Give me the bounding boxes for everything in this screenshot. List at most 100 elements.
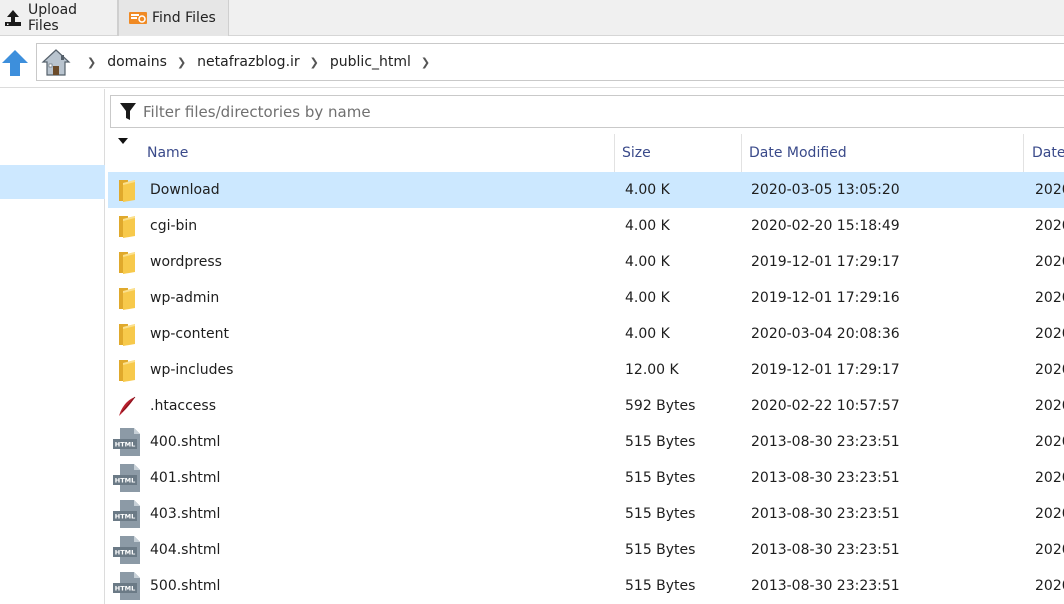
file-date-modified: 2020-03-05 13:05:20: [751, 182, 900, 198]
file-row[interactable]: Download 4.00 K 2020-03-05 13:05:20 2020: [108, 172, 1064, 208]
folder-icon: [117, 214, 137, 239]
file-icon-cell: HTML: [112, 568, 142, 604]
file-row[interactable]: HTML 404.shtml 515 Bytes 2013-08-30 23:2…: [108, 532, 1064, 568]
file-date-extra: 2020: [1035, 182, 1064, 198]
file-name: 404.shtml: [150, 542, 221, 558]
file-size: 4.00 K: [625, 182, 670, 198]
html-file-icon: HTML: [112, 571, 142, 601]
file-icon-cell: [112, 388, 142, 424]
file-row[interactable]: .htaccess 592 Bytes 2020-02-22 10:57:57 …: [108, 388, 1064, 424]
feather-icon: [116, 395, 138, 417]
column-header-name[interactable]: Name: [140, 134, 615, 172]
file-size: 515 Bytes: [625, 470, 696, 486]
file-icon-cell: [112, 316, 142, 352]
file-date-modified: 2019-12-01 17:29:17: [751, 362, 900, 378]
column-header-name-label: Name: [147, 145, 189, 161]
chevron-right-icon: ❯: [309, 55, 319, 69]
file-date-extra: 2020: [1035, 362, 1064, 378]
file-date-extra: 2020: [1035, 542, 1064, 558]
file-date-extra: 2020: [1035, 326, 1064, 342]
file-date-modified: 2020-02-20 15:18:49: [751, 218, 900, 234]
find-files-button[interactable]: Find Files: [118, 0, 229, 36]
toolbar: Upload Files Find Files: [0, 0, 1064, 36]
file-date-modified: 2013-08-30 23:23:51: [751, 578, 900, 594]
file-size: 515 Bytes: [625, 578, 696, 594]
chevron-right-icon: ❯: [87, 55, 97, 69]
file-date-modified: 2013-08-30 23:23:51: [751, 434, 900, 450]
file-date-extra: 2020: [1035, 434, 1064, 450]
file-date-modified: 2019-12-01 17:29:17: [751, 254, 900, 270]
html-icon-label: HTML: [115, 549, 135, 557]
up-directory-button[interactable]: [0, 46, 30, 80]
column-header-date-label: Date: [1032, 145, 1064, 161]
file-row[interactable]: HTML 500.shtml 515 Bytes 2013-08-30 23:2…: [108, 568, 1064, 604]
html-file-icon: HTML: [112, 535, 142, 565]
chevron-right-icon[interactable]: ❯: [421, 56, 430, 69]
file-icon-cell: HTML: [112, 424, 142, 460]
file-name: wp-admin: [150, 290, 220, 306]
file-name: cgi-bin: [150, 218, 198, 234]
file-date-modified: 2019-12-01 17:29:16: [751, 290, 900, 306]
breadcrumb-item-domains[interactable]: domains: [107, 54, 167, 70]
filter-input[interactable]: [143, 96, 1043, 127]
file-row[interactable]: wp-content 4.00 K 2020-03-04 20:08:36 20…: [108, 316, 1064, 352]
html-icon-label: HTML: [115, 585, 135, 593]
file-date-extra: 2020: [1035, 506, 1064, 522]
file-date-modified: 2013-08-30 23:23:51: [751, 470, 900, 486]
folder-icon: [117, 178, 137, 203]
breadcrumb: ❯ domains ❯ netafrazblog.ir ❯ public_htm…: [36, 43, 1064, 81]
file-name: 401.shtml: [150, 470, 221, 486]
file-icon-cell: HTML: [112, 460, 142, 496]
column-header-date-modified-label: Date Modified: [749, 145, 847, 161]
file-icon-cell: [112, 352, 142, 388]
file-name: 403.shtml: [150, 506, 221, 522]
file-list: Download 4.00 K 2020-03-05 13:05:20 2020…: [108, 172, 1064, 604]
file-size: 12.00 K: [625, 362, 679, 378]
file-size: 515 Bytes: [625, 542, 696, 558]
folder-icon: [117, 322, 137, 347]
upload-files-button[interactable]: Upload Files: [0, 0, 118, 36]
column-header-date[interactable]: Date: [1024, 134, 1064, 172]
file-icon-cell: [112, 280, 142, 316]
file-size: 4.00 K: [625, 326, 670, 342]
home-button[interactable]: [40, 47, 72, 78]
breadcrumb-items: ❯ domains ❯ netafrazblog.ir ❯ public_htm…: [87, 44, 441, 80]
file-date-extra: 2020: [1035, 398, 1064, 414]
html-file-icon: HTML: [112, 427, 142, 457]
file-date-extra: 2020: [1035, 254, 1064, 270]
file-date-modified: 2013-08-30 23:23:51: [751, 542, 900, 558]
file-row[interactable]: wordpress 4.00 K 2019-12-01 17:29:17 202…: [108, 244, 1064, 280]
file-size: 4.00 K: [625, 290, 670, 306]
file-date-modified: 2013-08-30 23:23:51: [751, 506, 900, 522]
file-row[interactable]: HTML 400.shtml 515 Bytes 2013-08-30 23:2…: [108, 424, 1064, 460]
file-row[interactable]: HTML 401.shtml 515 Bytes 2013-08-30 23:2…: [108, 460, 1064, 496]
upload-icon: [4, 9, 22, 27]
file-row[interactable]: HTML 403.shtml 515 Bytes 2013-08-30 23:2…: [108, 496, 1064, 532]
breadcrumb-item-public-html[interactable]: public_html: [330, 54, 411, 70]
file-name: 400.shtml: [150, 434, 221, 450]
sort-toggle[interactable]: [108, 134, 140, 172]
file-size: 592 Bytes: [625, 398, 696, 414]
file-name: wp-includes: [150, 362, 234, 378]
file-name: wordpress: [150, 254, 222, 270]
file-name: 500.shtml: [150, 578, 221, 594]
column-header-size-label: Size: [622, 145, 651, 161]
up-arrow-icon: [2, 50, 28, 76]
file-date-extra: 2020: [1035, 470, 1064, 486]
column-header-date-modified[interactable]: Date Modified: [742, 134, 1024, 172]
chevron-right-icon: ❯: [176, 55, 187, 69]
left-pane-selected-item[interactable]: [0, 165, 105, 199]
breadcrumb-item-netafrazblog[interactable]: netafrazblog.ir: [197, 54, 300, 70]
file-name: .htaccess: [150, 398, 216, 414]
column-header-size[interactable]: Size: [615, 134, 742, 172]
file-date-modified: 2020-03-04 20:08:36: [751, 326, 900, 342]
file-row[interactable]: cgi-bin 4.00 K 2020-02-20 15:18:49 2020: [108, 208, 1064, 244]
file-name: Download: [150, 182, 220, 198]
file-row[interactable]: wp-includes 12.00 K 2019-12-01 17:29:17 …: [108, 352, 1064, 388]
file-row[interactable]: wp-admin 4.00 K 2019-12-01 17:29:16 2020: [108, 280, 1064, 316]
file-icon-cell: [112, 244, 142, 280]
file-date-extra: 2020: [1035, 218, 1064, 234]
file-size: 4.00 K: [625, 254, 670, 270]
html-file-icon: HTML: [112, 463, 142, 493]
breadcrumb-bar: ❯ domains ❯ netafrazblog.ir ❯ public_htm…: [0, 36, 1064, 88]
